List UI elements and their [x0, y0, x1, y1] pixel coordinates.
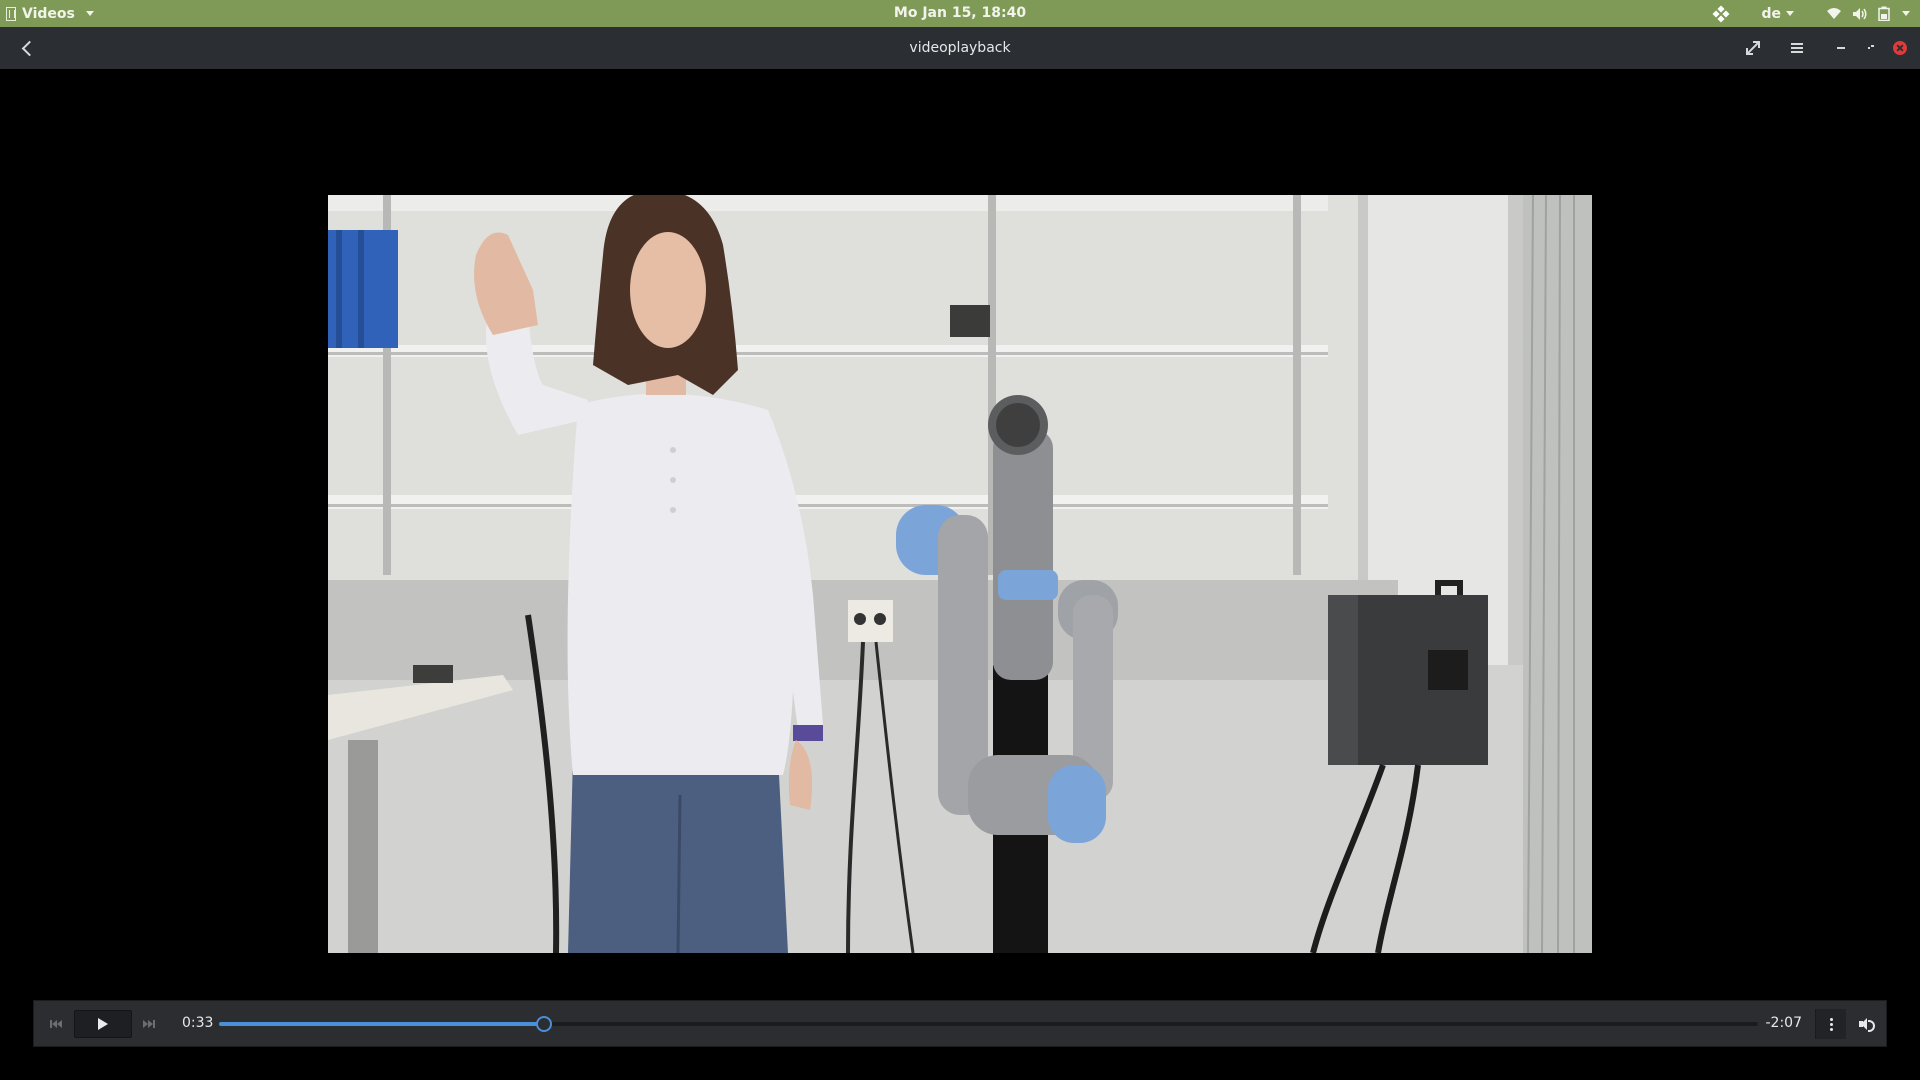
chevron-down-icon	[85, 11, 94, 16]
speaker-icon	[1858, 1018, 1875, 1032]
current-time: 0:33	[182, 1015, 214, 1031]
battery-icon	[1878, 6, 1890, 21]
clock[interactable]: Mo Jan 15, 18:40	[894, 5, 1026, 21]
seek-bar-progress	[219, 1022, 544, 1026]
seek-handle[interactable]	[535, 1016, 552, 1032]
more-options-button[interactable]	[1815, 1009, 1846, 1039]
next-button[interactable]	[134, 1010, 163, 1038]
app-menu-label: Videos	[22, 5, 75, 22]
status-menu[interactable]	[1826, 6, 1910, 21]
remaining-time: -2:07	[1765, 1015, 1803, 1031]
seek-bar[interactable]	[219, 1016, 1758, 1032]
chevron-down-icon	[1786, 11, 1794, 16]
wifi-icon	[1827, 8, 1841, 19]
skip-backward-icon	[49, 1020, 62, 1028]
back-button[interactable]	[14, 35, 40, 61]
chevron-left-icon	[21, 40, 37, 56]
system-tray: de	[1712, 0, 1910, 27]
clock-container: Mo Jan 15, 18:40	[0, 0, 1920, 27]
language-indicator: de	[1761, 5, 1781, 22]
dropbox-icon[interactable]	[1712, 5, 1730, 22]
play-icon	[98, 1018, 108, 1030]
previous-button[interactable]	[41, 1010, 70, 1038]
vertical-dots-icon	[1829, 1017, 1833, 1031]
video-frame[interactable]	[328, 195, 1592, 953]
film-icon	[6, 6, 16, 21]
hamburger-icon	[1791, 43, 1803, 53]
close-icon	[1893, 41, 1907, 55]
volume-icon	[1853, 7, 1867, 20]
close-button[interactable]	[1888, 36, 1912, 60]
restore-button[interactable]	[1859, 36, 1883, 60]
video-header-bar: videoplayback	[0, 27, 1920, 69]
keyboard-layout-menu[interactable]: de	[1761, 6, 1794, 22]
playback-controls: 0:33 -2:07	[33, 1000, 1887, 1047]
minimize-button[interactable]	[1829, 36, 1853, 60]
app-menu[interactable]: Videos	[6, 0, 94, 27]
video-still	[328, 195, 1592, 953]
skip-forward-icon	[142, 1020, 155, 1028]
restore-icon	[1868, 45, 1874, 51]
minimize-icon	[1837, 47, 1845, 49]
play-button[interactable]	[74, 1010, 132, 1038]
video-title: videoplayback	[909, 40, 1011, 56]
gnome-top-bar: Videos Mo Jan 15, 18:40 de	[0, 0, 1920, 27]
chevron-down-icon	[1902, 11, 1910, 16]
menu-button[interactable]	[1785, 36, 1809, 60]
title-container: videoplayback	[0, 27, 1920, 69]
fullscreen-button[interactable]	[1741, 36, 1765, 60]
volume-button[interactable]	[1851, 1010, 1880, 1038]
fullscreen-icon	[1746, 41, 1760, 55]
